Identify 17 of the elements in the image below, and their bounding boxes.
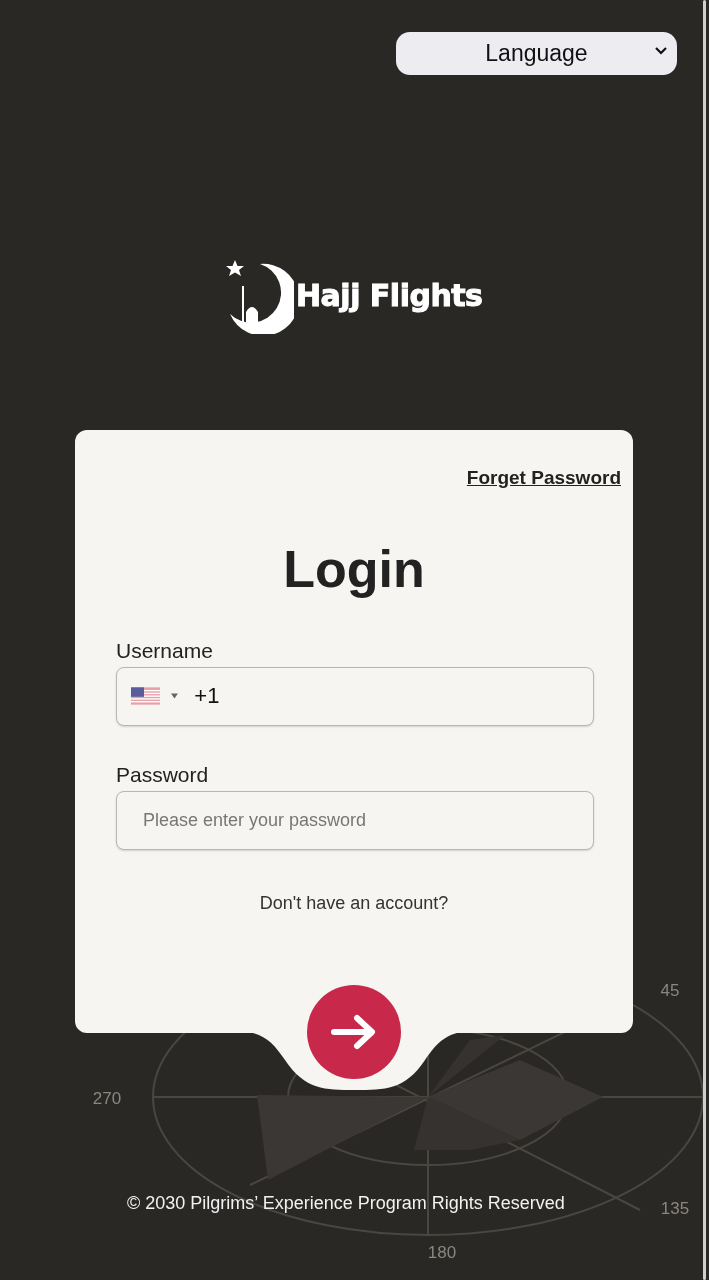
username-field[interactable]: +1 xyxy=(116,666,594,726)
flag-icon xyxy=(131,686,161,706)
caret-icon xyxy=(171,693,179,699)
username-label: Username xyxy=(116,639,214,661)
language-select[interactable]: Language xyxy=(396,32,677,75)
diagram-label: 135 xyxy=(660,1199,690,1218)
logo-text: Hajj Flights xyxy=(296,276,483,315)
copyright-text: © 2030 Pilgrims’ Experience Program Rights Reserved xyxy=(127,1192,565,1215)
signup-link[interactable]: Don't have an account? xyxy=(116,889,592,917)
diagram-label: 45 xyxy=(660,981,680,1000)
chevron-down-icon xyxy=(654,46,668,56)
username-input[interactable]: +1 xyxy=(192,667,593,725)
diagram-label: 270 xyxy=(92,1089,122,1108)
forgot-password-link[interactable]: Forget Password xyxy=(116,464,621,493)
arrow-right-icon xyxy=(331,1014,377,1050)
password-label: Password xyxy=(116,763,210,785)
diagram-label: 180 xyxy=(427,1243,457,1262)
